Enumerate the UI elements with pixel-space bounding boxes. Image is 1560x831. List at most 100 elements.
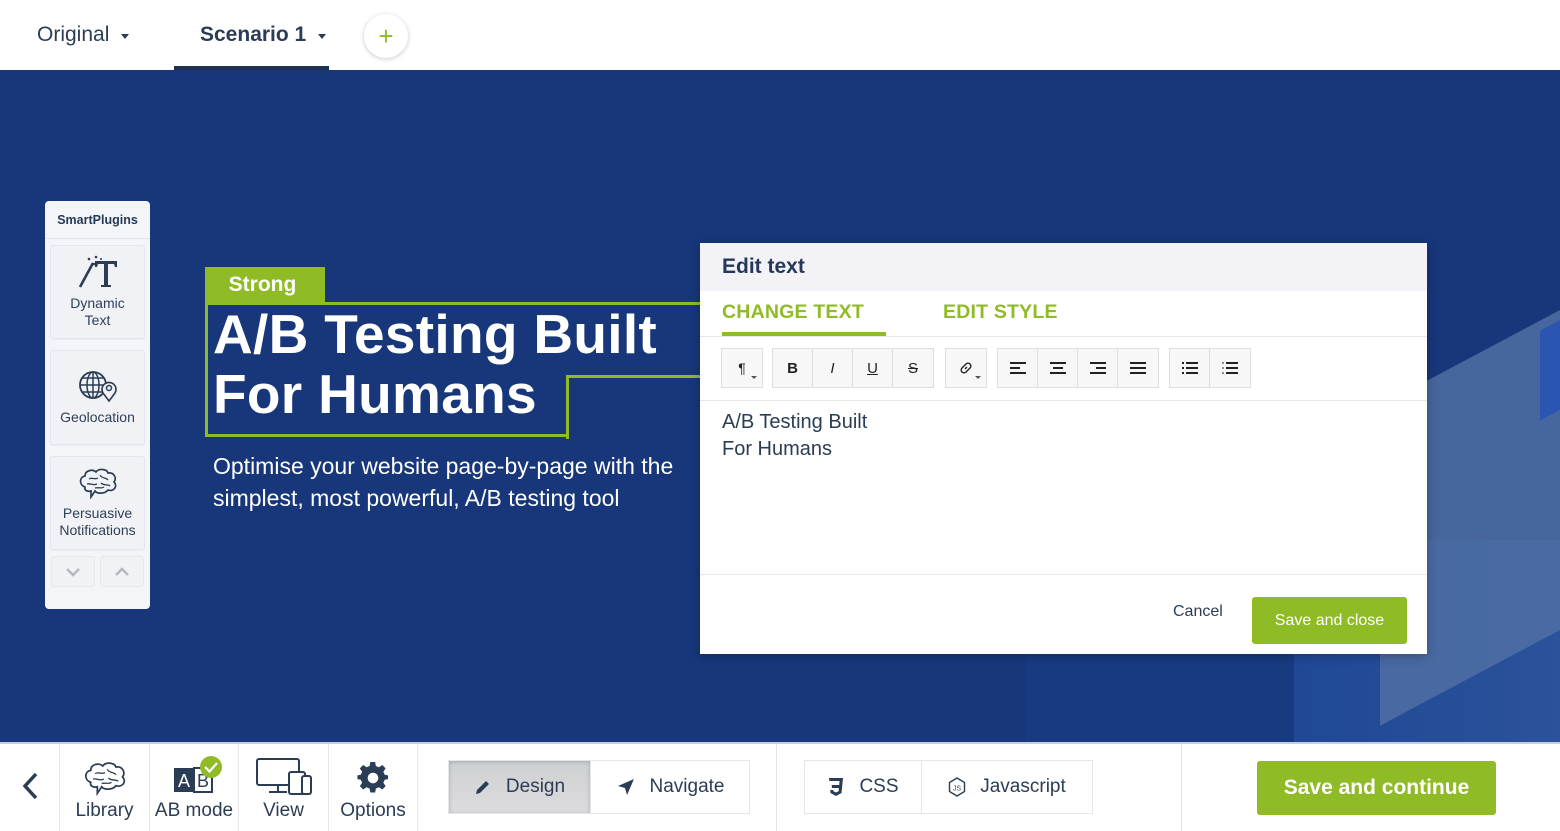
tab-original[interactable]: Original (37, 0, 130, 70)
caret-down-icon (975, 376, 981, 379)
caret-down-icon (121, 33, 130, 39)
ab-mode-button[interactable]: A B AB mode (150, 744, 239, 831)
italic-button[interactable]: I (813, 349, 853, 387)
plugin-label-line2: Text (84, 312, 111, 328)
underline-icon: U (867, 359, 878, 377)
numbered-list-icon (1222, 362, 1238, 374)
library-button[interactable]: Library (60, 744, 150, 831)
link-group (945, 348, 987, 388)
paragraph-group: ¶ (721, 348, 763, 388)
toolbar-divider (776, 744, 777, 831)
save-and-continue-button[interactable]: Save and continue (1257, 761, 1496, 815)
css-label: CSS (859, 776, 899, 797)
brain-icon (79, 468, 116, 499)
hero-subline[interactable]: Optimise your website page-by-page with … (213, 450, 700, 514)
tab-scenario-label: Scenario 1 (200, 23, 307, 46)
align-right-icon (1089, 362, 1106, 374)
align-right-button[interactable] (1078, 349, 1118, 387)
bulleted-list-icon (1181, 362, 1198, 374)
underline-button[interactable]: U (853, 349, 893, 387)
back-button[interactable] (0, 744, 60, 831)
element-tag-label: Strong (205, 267, 325, 303)
tab-scenario-1[interactable]: Scenario 1 (174, 0, 329, 70)
dialog-title: Edit text (700, 243, 1427, 291)
plugin-scroll-controls (51, 556, 144, 587)
insert-link-button[interactable] (946, 349, 986, 387)
navigate-mode-button[interactable]: Navigate (591, 761, 749, 813)
view-button[interactable]: View (239, 744, 329, 831)
nodejs-icon: JS (949, 777, 966, 797)
svg-text:JS: JS (953, 786, 962, 793)
library-label: Library (75, 800, 134, 821)
text-editor[interactable]: A/B Testing Built For Humans (700, 402, 1427, 575)
add-scenario-button[interactable]: + (364, 14, 408, 58)
plugin-persuasive-notifications[interactable]: Persuasive Notifications (50, 456, 145, 550)
paragraph-format-button[interactable]: ¶ (722, 349, 762, 387)
plugin-label-line1: Dynamic (70, 295, 125, 311)
pencil-icon (475, 781, 489, 794)
bold-icon: B (787, 359, 798, 377)
design-label: Design (505, 776, 566, 797)
ab-mode-icon: A B (174, 756, 222, 793)
navigate-arrow-icon (617, 779, 634, 795)
dialog-tabs: CHANGE TEXT EDIT STYLE (700, 291, 1427, 337)
view-label: View (263, 800, 304, 821)
tab-change-text[interactable]: CHANGE TEXT (722, 301, 886, 336)
javascript-editor-button[interactable]: JS Javascript (922, 761, 1092, 813)
link-icon (960, 362, 972, 374)
align-justify-icon (1130, 362, 1146, 374)
plugin-label: Geolocation (60, 409, 135, 425)
text-format-toolbar: ¶ B I U S (700, 337, 1427, 401)
align-left-icon (1009, 362, 1026, 374)
tab-edit-style[interactable]: EDIT STYLE (943, 301, 1058, 324)
javascript-label: Javascript (980, 776, 1066, 797)
svg-text:A: A (178, 771, 190, 791)
save-and-close-button[interactable]: Save and close (1252, 597, 1407, 644)
editor-bottom-toolbar: Library A B AB mode View Options Design … (0, 742, 1560, 831)
caret-down-icon (751, 376, 757, 379)
smart-plugins-title: SmartPlugins (45, 201, 150, 239)
italic-icon: I (830, 359, 835, 377)
plugin-label-line1: Persuasive (62, 505, 133, 521)
strikethrough-icon: S (907, 359, 918, 377)
globe-location-icon (78, 371, 117, 403)
mode-toggle: Design Navigate (448, 760, 750, 814)
chevron-left-icon (22, 772, 37, 799)
bold-button[interactable]: B (773, 349, 813, 387)
caret-down-icon (318, 33, 327, 39)
plugin-geolocation[interactable]: Geolocation (50, 350, 145, 445)
bulleted-list-button[interactable] (1170, 349, 1210, 387)
align-justify-button[interactable] (1118, 349, 1158, 387)
options-label: Options (340, 800, 406, 821)
chevron-down-icon (66, 567, 80, 577)
cancel-button[interactable]: Cancel (1173, 603, 1223, 621)
navigate-label: Navigate (649, 776, 725, 797)
align-center-button[interactable] (1038, 349, 1078, 387)
smart-plugins-panel: SmartPlugins Dynamic Text Geolocation Pe… (45, 201, 150, 609)
css-editor-button[interactable]: CSS (805, 761, 922, 813)
align-center-icon (1049, 362, 1066, 374)
alignment-group (997, 348, 1159, 388)
inline-style-group: B I U S (772, 348, 934, 388)
align-left-button[interactable] (998, 349, 1038, 387)
hero-headline[interactable]: A/B Testing Built For Humans (213, 304, 657, 424)
plus-icon: + (378, 20, 394, 51)
options-button[interactable]: Options (329, 744, 418, 831)
chevron-up-icon (115, 566, 129, 576)
design-mode-button[interactable]: Design (449, 761, 591, 813)
tab-original-label: Original (37, 23, 110, 46)
gear-icon (357, 761, 389, 793)
css3-icon (829, 778, 844, 796)
magic-text-icon (78, 255, 117, 288)
plugin-dynamic-text[interactable]: Dynamic Text (50, 245, 145, 339)
numbered-list-button[interactable] (1210, 349, 1250, 387)
plugin-label-line2: Notifications (59, 522, 136, 538)
brain-icon (84, 762, 125, 796)
scroll-up-button[interactable] (100, 556, 144, 587)
scroll-down-button[interactable] (51, 556, 95, 587)
code-editors-group: CSS JS Javascript (804, 760, 1093, 814)
strikethrough-button[interactable]: S (893, 349, 933, 387)
edit-text-dialog: Edit text CHANGE TEXT EDIT STYLE ¶ B I U… (700, 243, 1427, 654)
dialog-footer: Cancel Save and close (700, 575, 1427, 654)
paragraph-icon: ¶ (738, 360, 746, 376)
